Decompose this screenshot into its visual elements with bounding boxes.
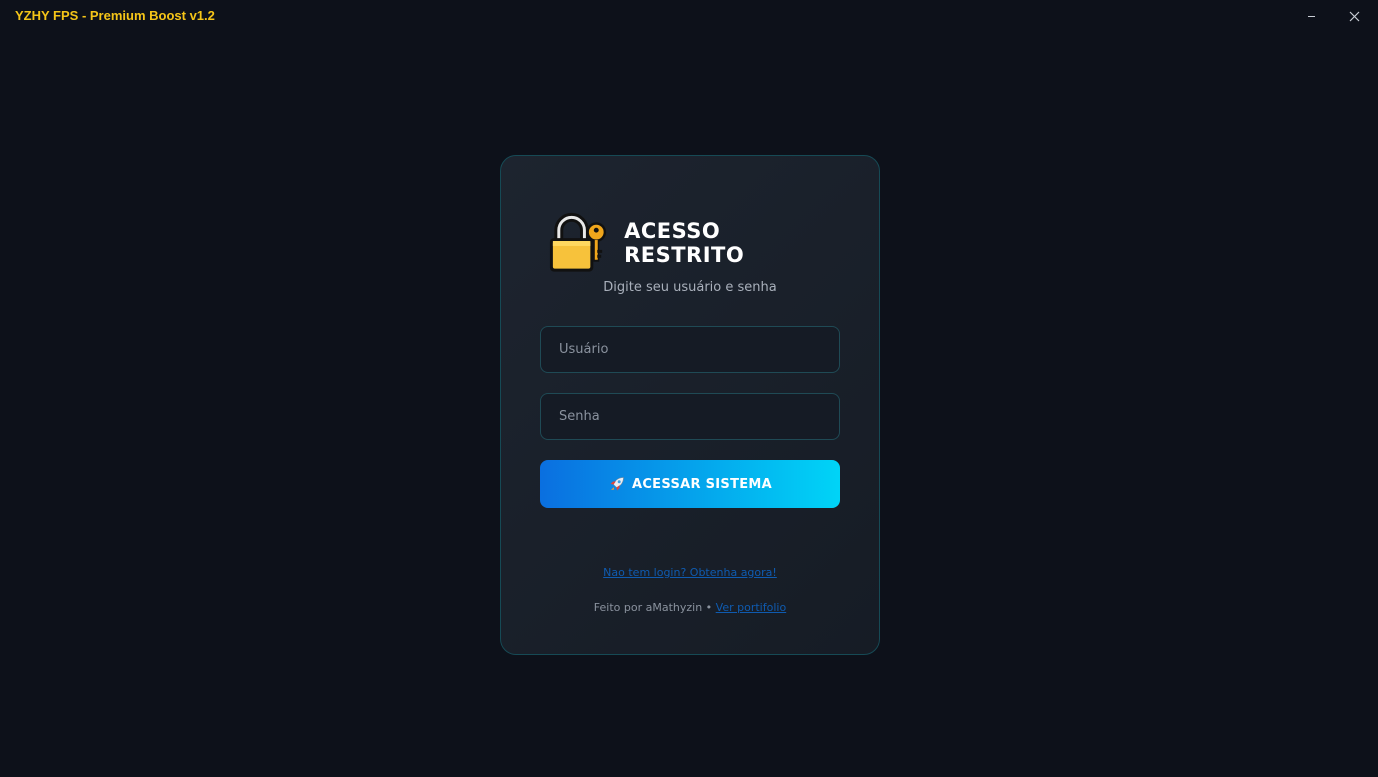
- login-header: ACESSO RESTRITO: [545, 211, 845, 275]
- title-bar: YZHY FPS - Premium Boost v1.2: [0, 0, 1378, 32]
- username-input[interactable]: [540, 326, 840, 373]
- close-icon: [1349, 11, 1359, 21]
- footer-credit: Feito por aMathyzin • Ver portifolio: [501, 601, 879, 614]
- login-subtitle: Digite seu usuário e senha: [603, 280, 777, 295]
- login-card: ACESSO RESTRITO Digite seu usuário e sen…: [500, 155, 880, 655]
- rocket-icon: [610, 477, 624, 491]
- lock-key-icon: [549, 212, 607, 272]
- login-submit-label: ACESSAR SISTEMA: [631, 476, 773, 492]
- login-title: ACESSO RESTRITO: [624, 219, 745, 267]
- signup-link[interactable]: Nao tem login? Obtenha agora!: [501, 566, 879, 579]
- footer-text: Feito por aMathyzin •: [593, 601, 716, 614]
- close-button[interactable]: [1339, 4, 1369, 28]
- minimize-icon: [1307, 15, 1315, 17]
- password-input[interactable]: [540, 393, 840, 440]
- portfolio-link[interactable]: Ver portifolio: [716, 601, 787, 614]
- login-submit-button[interactable]: ACESSAR SISTEMA: [540, 460, 840, 508]
- minimize-button[interactable]: [1296, 4, 1326, 28]
- window-title: YZHY FPS - Premium Boost v1.2: [15, 8, 215, 23]
